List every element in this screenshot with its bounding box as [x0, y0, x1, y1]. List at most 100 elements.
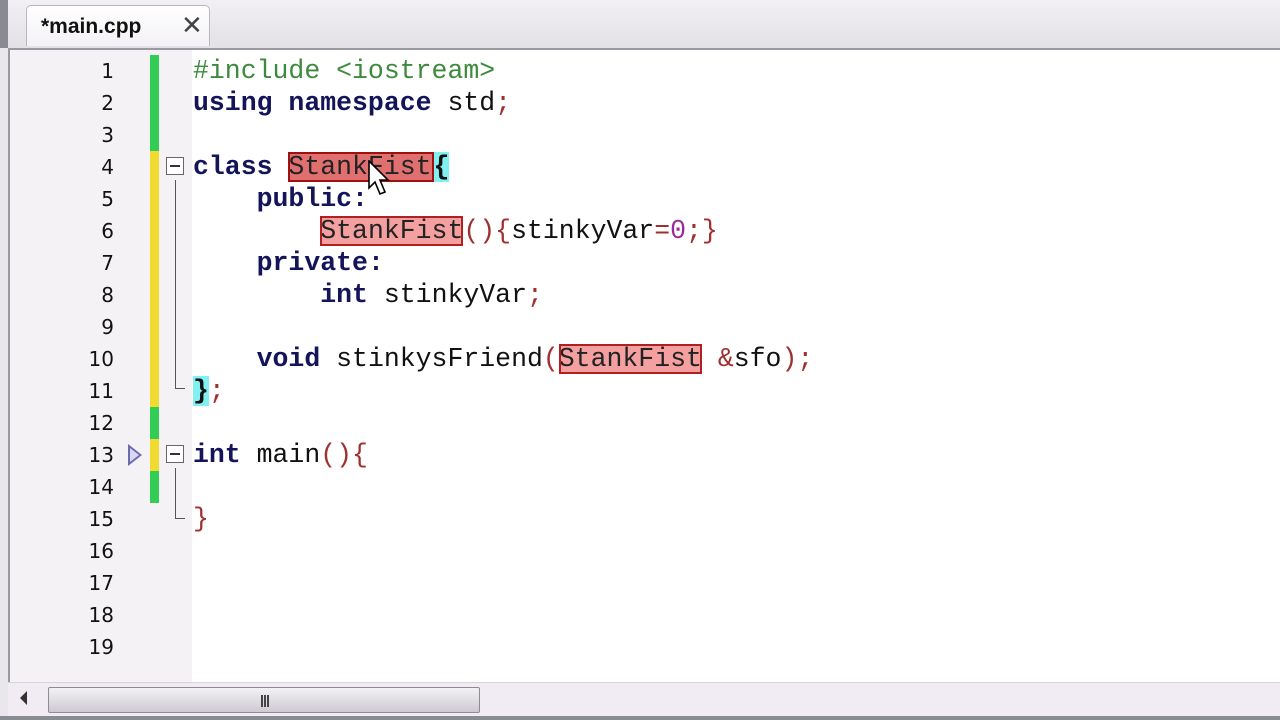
code-token: int	[320, 280, 384, 310]
close-icon[interactable]: ✕	[181, 10, 203, 41]
bookmark-arrow-icon[interactable]	[128, 444, 142, 466]
code-line[interactable]: 7 private:	[10, 247, 1280, 279]
line-number: 11	[88, 379, 114, 403]
change-marker-modified	[150, 183, 159, 215]
code-text: };	[193, 375, 225, 407]
code-text: }	[193, 503, 209, 535]
code-line[interactable]: 3	[10, 119, 1280, 151]
code-line[interactable]: 15}	[10, 503, 1280, 535]
code-line[interactable]: 2 using namespace std;	[10, 87, 1280, 119]
line-number: 3	[101, 123, 114, 147]
code-token: ;	[495, 88, 512, 118]
line-number: 19	[88, 635, 114, 659]
code-line[interactable]: 17	[10, 567, 1280, 599]
change-marker-modified	[150, 215, 159, 247]
change-marker-modified	[150, 151, 159, 183]
highlighted-identifier: StankFist	[320, 216, 464, 246]
fold-toggle-icon[interactable]	[166, 445, 184, 463]
change-marker-modified	[150, 439, 159, 471]
line-number: 5	[101, 187, 114, 211]
line-number: 17	[88, 571, 114, 595]
code-line[interactable]: 10 void stinkysFriend(StankFist &sfo);	[10, 343, 1280, 375]
code-text: public:	[193, 183, 368, 215]
highlighted-identifier: StankFist	[288, 152, 434, 182]
code-line[interactable]: 18	[10, 599, 1280, 631]
matched-bracket: {	[433, 152, 450, 182]
code-token: private:	[256, 248, 384, 278]
line-number: 1	[101, 59, 114, 83]
code-text: using namespace std;	[193, 87, 511, 119]
line-number: 18	[88, 603, 114, 627]
code-line[interactable]: 1 #include <iostream>	[10, 55, 1280, 87]
matched-bracket: }	[193, 376, 209, 406]
line-number: 7	[101, 251, 114, 275]
code-line[interactable]: 12	[10, 407, 1280, 439]
code-token: stinkyVar	[383, 280, 527, 310]
grip-icon	[261, 695, 269, 707]
code-line[interactable]: 6 StankFist(){stinkyVar=0;}	[10, 215, 1280, 247]
code-line[interactable]: 14	[10, 471, 1280, 503]
code-token: public:	[256, 184, 368, 214]
line-number: 4	[101, 155, 114, 179]
scroll-left-arrow-icon[interactable]	[20, 691, 27, 705]
change-marker-added	[150, 55, 159, 87]
code-token: class	[193, 152, 289, 182]
code-line[interactable]: 5 public:	[10, 183, 1280, 215]
code-token: =	[654, 216, 671, 246]
line-number: 2	[101, 91, 114, 115]
code-line[interactable]: 4 class StankFist{	[10, 151, 1280, 183]
code-text: void stinkysFriend(StankFist &sfo);	[193, 343, 813, 375]
code-token: (	[542, 344, 559, 374]
horizontal-scrollbar[interactable]	[8, 682, 1280, 717]
code-line[interactable]: 11};	[10, 375, 1280, 407]
code-text: class StankFist{	[193, 151, 450, 183]
line-number: 9	[101, 315, 114, 339]
line-number: 12	[88, 411, 114, 435]
line-number: 8	[101, 283, 114, 307]
tab-label: *main.cpp	[41, 15, 142, 38]
code-line[interactable]: 8 int stinkyVar;	[10, 279, 1280, 311]
code-line[interactable]: 19	[10, 631, 1280, 663]
line-number: 15	[88, 507, 114, 531]
code-token: void	[256, 344, 337, 374]
change-marker-modified	[150, 247, 159, 279]
code-line[interactable]: 16	[10, 535, 1280, 567]
window-border	[0, 716, 1280, 720]
code-token: stinkysFriend	[336, 344, 543, 374]
highlighted-identifier: StankFist	[558, 344, 702, 374]
code-text: StankFist(){stinkyVar=0;}	[193, 215, 718, 247]
change-marker-modified	[150, 279, 159, 311]
line-number: 6	[101, 219, 114, 243]
code-token: 0	[670, 216, 687, 246]
code-token: sfo	[733, 344, 782, 374]
code-token: ;}	[686, 216, 718, 246]
code-line[interactable]: 9	[10, 311, 1280, 343]
code-token: ;	[526, 280, 543, 310]
change-marker-modified	[150, 375, 159, 407]
code-text: int main(){	[193, 439, 368, 471]
change-marker-added	[150, 87, 159, 119]
code-text: int stinkyVar;	[193, 279, 543, 311]
change-marker-modified	[150, 343, 159, 375]
scrollbar-thumb[interactable]	[48, 687, 480, 713]
tab-main-cpp[interactable]: *main.cpp ✕	[26, 5, 210, 46]
line-number: 14	[88, 475, 114, 499]
code-editor[interactable]: 1 #include <iostream> 2 using namespace std…	[8, 48, 1280, 682]
change-marker-added	[150, 119, 159, 151]
change-marker-added	[150, 407, 159, 439]
code-token: );	[781, 344, 814, 374]
code-line[interactable]: 13 int main(){	[10, 439, 1280, 471]
tab-bar: *main.cpp ✕	[0, 0, 1280, 48]
code-token: main	[256, 440, 321, 470]
mouse-pointer-icon	[368, 160, 390, 196]
fold-toggle-icon[interactable]	[166, 157, 184, 175]
code-token: int	[193, 440, 257, 470]
code-token: (){	[463, 216, 512, 246]
code-token: (){	[320, 440, 368, 470]
line-number: 10	[88, 347, 114, 371]
